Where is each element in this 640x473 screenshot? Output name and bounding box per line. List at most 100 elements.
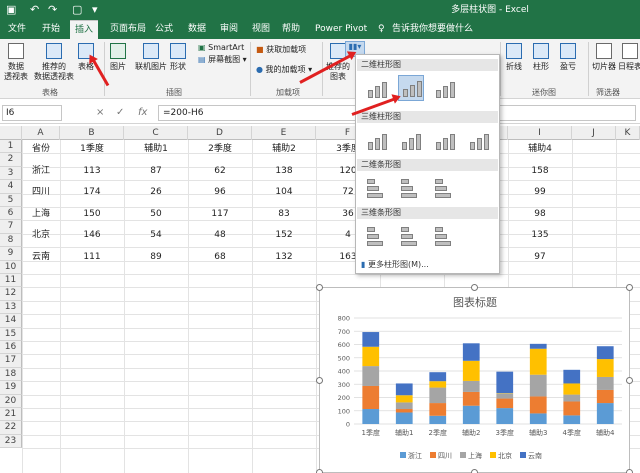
chart-type-option[interactable] — [364, 223, 390, 249]
tell-me-icon[interactable]: ♀ — [378, 20, 385, 39]
tab-formulas[interactable]: 公式 — [155, 20, 173, 39]
chart-type-option[interactable] — [364, 75, 390, 101]
table-cell[interactable]: 89 — [124, 251, 188, 264]
chart-type-option[interactable] — [364, 175, 390, 201]
row-header-14[interactable]: 14 — [0, 314, 22, 328]
table-cell[interactable]: 87 — [124, 165, 188, 178]
sparkline-winloss-button[interactable]: 盈亏 — [560, 43, 576, 72]
cancel-icon[interactable]: × — [96, 106, 104, 120]
row-header-12[interactable]: 12 — [0, 287, 22, 301]
table-cell[interactable]: 99 — [508, 186, 572, 199]
table-cell[interactable]: 四川 — [22, 186, 60, 199]
table-cell[interactable]: 132 — [252, 251, 316, 264]
table-cell[interactable]: 135 — [508, 229, 572, 242]
row-header-8[interactable]: 8 — [0, 233, 22, 248]
screenshot-button[interactable]: ▤ 屏幕截图 ▾ — [198, 55, 247, 65]
tab-data[interactable]: 数据 — [188, 20, 206, 39]
row-header-6[interactable]: 6 — [0, 207, 22, 221]
column-header-J[interactable]: J — [572, 126, 616, 140]
table-cell[interactable]: 96 — [188, 186, 252, 199]
table-header-cell[interactable]: 2季度 — [188, 143, 252, 156]
table-cell[interactable]: 北京 — [22, 229, 60, 242]
row-header-9[interactable]: 9 — [0, 247, 22, 261]
tab-power-pivot[interactable]: Power Pivot — [315, 20, 367, 39]
table-cell[interactable]: 83 — [252, 208, 316, 221]
tab-page-layout[interactable]: 页面布局 — [110, 20, 146, 39]
resize-handle[interactable] — [626, 284, 633, 291]
get-addins-button[interactable]: ■ 获取加载项 — [256, 45, 306, 55]
table-cell[interactable]: 113 — [60, 165, 124, 178]
table-cell[interactable]: 浙江 — [22, 165, 60, 178]
select-all-corner[interactable] — [0, 126, 22, 140]
table-cell[interactable]: 50 — [124, 208, 188, 221]
table-cell[interactable]: 98 — [508, 208, 572, 221]
chart-type-option[interactable] — [398, 223, 424, 249]
row-header-15[interactable]: 15 — [0, 327, 22, 341]
resize-handle[interactable] — [316, 377, 323, 384]
chart-type-option[interactable] — [432, 175, 458, 201]
recommended-pivot-button[interactable]: 推荐的 数据透视表 — [34, 43, 74, 82]
insert-function-icon[interactable]: fx — [138, 106, 147, 120]
row-header-20[interactable]: 20 — [0, 394, 22, 408]
table-cell[interactable]: 174 — [60, 186, 124, 199]
chart-type-option[interactable] — [432, 75, 458, 101]
row-header-2[interactable]: 2 — [0, 153, 22, 167]
table-cell[interactable]: 104 — [252, 186, 316, 199]
table-cell[interactable]: 68 — [188, 251, 252, 264]
tab-review[interactable]: 审阅 — [220, 20, 238, 39]
sparkline-line-button[interactable]: 折线 — [506, 43, 522, 72]
chart-type-option[interactable] — [432, 223, 458, 249]
more-column-charts[interactable]: ▮ 更多柱形图(M)... — [361, 259, 429, 270]
table-cell[interactable]: 97 — [508, 251, 572, 264]
row-header-18[interactable]: 18 — [0, 367, 22, 382]
column-header-E[interactable]: E — [252, 126, 316, 140]
table-header-cell[interactable]: 辅助1 — [124, 143, 188, 156]
resize-handle[interactable] — [626, 377, 633, 384]
row-header-21[interactable]: 21 — [0, 408, 22, 422]
row-header-5[interactable]: 5 — [0, 193, 22, 207]
row-header-19[interactable]: 19 — [0, 381, 22, 395]
row-header-16[interactable]: 16 — [0, 341, 22, 355]
row-header-11[interactable]: 11 — [0, 274, 22, 288]
tab-insert[interactable]: 插入 — [70, 20, 99, 39]
picture-button[interactable]: 图片 — [110, 43, 126, 72]
chart-object[interactable]: 图表标题 0 100 200 300 400 500 600 700 800 1季度 辅助1 2季度 辅助… — [316, 284, 633, 473]
chart-type-option[interactable] — [398, 175, 424, 201]
column-header-B[interactable]: B — [60, 126, 124, 140]
column-header-K[interactable]: K — [616, 126, 640, 140]
tell-me-box[interactable]: 告诉我你想要做什么 — [392, 20, 473, 39]
row-header-1[interactable]: 1 — [0, 140, 22, 154]
table-cell[interactable]: 云南 — [22, 251, 60, 264]
redo-icon[interactable]: ↷ — [48, 2, 57, 18]
column-header-D[interactable]: D — [188, 126, 252, 140]
undo-icon[interactable]: ↶ — [30, 2, 39, 18]
online-picture-button[interactable]: 联机图片 — [135, 43, 167, 72]
tab-help[interactable]: 帮助 — [282, 20, 300, 39]
row-header-13[interactable]: 13 — [0, 300, 22, 315]
table-header-cell[interactable]: 辅助4 — [508, 143, 572, 156]
row-header-10[interactable]: 10 — [0, 260, 22, 274]
name-box[interactable]: I6 — [2, 105, 62, 121]
customize-icon[interactable]: ▾ — [92, 2, 98, 18]
row-header-23[interactable]: 23 — [0, 434, 22, 449]
table-cell[interactable]: 138 — [252, 165, 316, 178]
table-cell[interactable]: 158 — [508, 165, 572, 178]
sparkline-column-button[interactable]: 柱形 — [533, 43, 549, 72]
chart-type-option[interactable] — [432, 127, 458, 153]
row-header-7[interactable]: 7 — [0, 220, 22, 234]
chart-type-option[interactable] — [466, 127, 492, 153]
stacked-column-option[interactable] — [398, 75, 424, 101]
table-header-cell[interactable]: 辅助2 — [252, 143, 316, 156]
table-cell[interactable]: 146 — [60, 229, 124, 242]
smartart-button[interactable]: ▣ SmartArt — [198, 43, 244, 53]
chart-type-option[interactable] — [398, 127, 424, 153]
timeline-button[interactable]: 日程表 — [618, 43, 640, 72]
row-header-17[interactable]: 17 — [0, 354, 22, 368]
table-header-cell[interactable]: 1季度 — [60, 143, 124, 156]
resize-handle[interactable] — [471, 469, 478, 473]
table-cell[interactable]: 150 — [60, 208, 124, 221]
chart-type-option[interactable] — [364, 127, 390, 153]
stacked-column-chart[interactable]: 图表标题 0 100 200 300 400 500 600 700 800 1季度 辅助1 2季度 辅助… — [320, 288, 631, 473]
resize-handle[interactable] — [316, 284, 323, 291]
table-cell[interactable]: 上海 — [22, 208, 60, 221]
